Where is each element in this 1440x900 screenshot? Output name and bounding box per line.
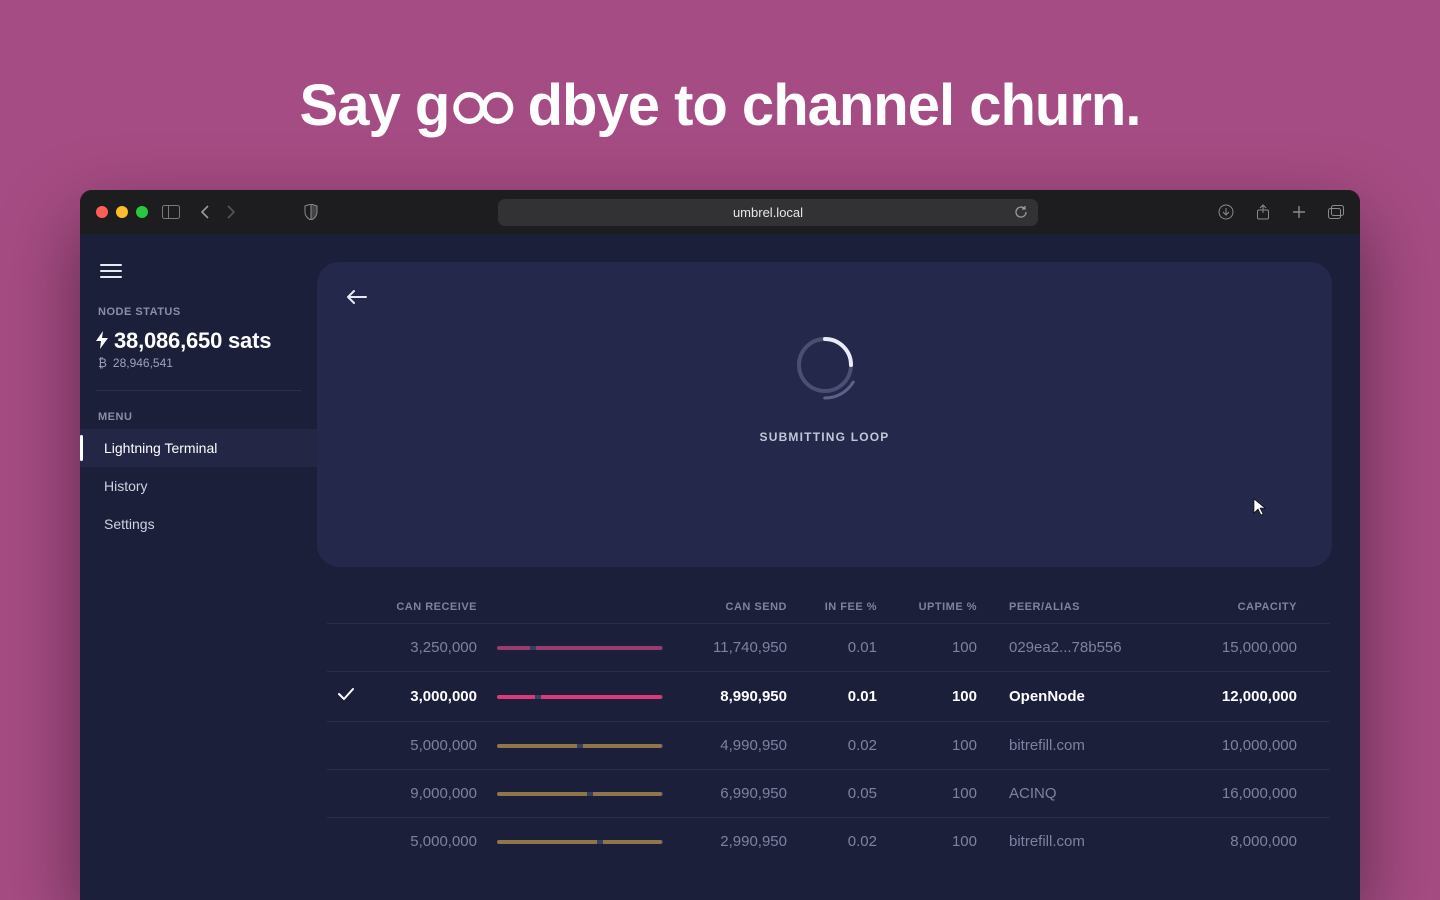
- node-status-label: NODE STATUS: [80, 300, 317, 324]
- downloads-icon[interactable]: [1218, 204, 1234, 220]
- in-fee-value: 0.05: [795, 785, 885, 802]
- window-controls: [96, 206, 148, 218]
- can-receive-value: 5,000,000: [365, 833, 485, 850]
- uptime-value: 100: [885, 737, 985, 754]
- lightning-balance-value: 38,086,650 sats: [114, 328, 271, 354]
- loop-status-card: SUBMITTING LOOP: [317, 262, 1332, 567]
- maximize-window-button[interactable]: [136, 206, 148, 218]
- peer-alias-value: OpenNode: [985, 688, 1175, 705]
- table-row[interactable]: 9,000,000 6,990,9500.05100ACINQ16,000,000: [327, 769, 1330, 817]
- col-uptime: UPTIME %: [885, 601, 985, 613]
- can-receive-value: 5,000,000: [365, 737, 485, 754]
- close-window-button[interactable]: [96, 206, 108, 218]
- lightning-balance: 38,086,650 sats: [80, 324, 317, 356]
- balance-bar: [485, 840, 675, 844]
- table-row[interactable]: 5,000,000 2,990,9500.02100bitrefill.com8,…: [327, 817, 1330, 865]
- onchain-balance: ₿ 28,946,541: [80, 356, 317, 386]
- col-peer: PEER/ALIAS: [985, 601, 1175, 613]
- can-receive-value: 3,000,000: [365, 688, 485, 705]
- balance-bar: [485, 695, 675, 699]
- shield-icon[interactable]: [304, 204, 318, 220]
- in-fee-value: 0.01: [795, 688, 885, 705]
- url-text: umbrel.local: [733, 205, 803, 220]
- cursor-icon: [1253, 498, 1267, 521]
- marketing-headline: Say g dbye to channel churn.: [0, 0, 1440, 179]
- browser-titlebar: umbrel.local: [80, 190, 1360, 234]
- minimize-window-button[interactable]: [116, 206, 128, 218]
- spinner-icon: [788, 328, 862, 402]
- menu-toggle-icon[interactable]: [80, 234, 317, 300]
- tabs-overview-icon[interactable]: [1328, 204, 1344, 220]
- capacity-value: 10,000,000: [1175, 737, 1305, 754]
- row-check-icon[interactable]: [327, 687, 365, 706]
- app-sidebar: NODE STATUS 38,086,650 sats ₿ 28,946,541…: [80, 234, 317, 900]
- table-row[interactable]: 3,250,000 11,740,9500.01100029ea2...78b55…: [327, 623, 1330, 671]
- back-button[interactable]: [347, 290, 367, 309]
- table-row[interactable]: 5,000,000 4,990,9500.02100bitrefill.com10…: [327, 721, 1330, 769]
- menu-section-label: MENU: [80, 405, 317, 429]
- col-can-send: CAN SEND: [675, 601, 795, 613]
- can-send-value: 2,990,950: [675, 833, 795, 850]
- peer-alias-value: ACINQ: [985, 785, 1175, 802]
- can-send-value: 11,740,950: [675, 639, 795, 656]
- refresh-icon[interactable]: [1014, 205, 1028, 222]
- channels-table: CAN RECEIVE CAN SEND IN FEE % UPTIME % P…: [317, 567, 1360, 865]
- can-receive-value: 9,000,000: [365, 785, 485, 802]
- in-fee-value: 0.02: [795, 833, 885, 850]
- table-header: CAN RECEIVE CAN SEND IN FEE % UPTIME % P…: [327, 591, 1330, 623]
- capacity-value: 8,000,000: [1175, 833, 1305, 850]
- col-can-receive: CAN RECEIVE: [365, 601, 485, 613]
- can-send-value: 8,990,950: [675, 688, 795, 705]
- headline-post: dbye to channel churn.: [528, 73, 1141, 138]
- uptime-value: 100: [885, 833, 985, 850]
- capacity-value: 15,000,000: [1175, 639, 1305, 656]
- bitcoin-icon: ₿: [98, 356, 107, 370]
- sidebar-item-lightning-terminal[interactable]: Lightning Terminal: [80, 429, 317, 467]
- share-icon[interactable]: [1256, 204, 1270, 220]
- nav-back-icon[interactable]: [200, 205, 210, 219]
- infinity-icon: [449, 88, 527, 132]
- status-text: SUBMITTING LOOP: [760, 430, 890, 444]
- uptime-value: 100: [885, 688, 985, 705]
- in-fee-value: 0.02: [795, 737, 885, 754]
- uptime-value: 100: [885, 639, 985, 656]
- can-receive-value: 3,250,000: [365, 639, 485, 656]
- balance-bar: [485, 792, 675, 796]
- can-send-value: 4,990,950: [675, 737, 795, 754]
- onchain-balance-value: 28,946,541: [113, 356, 173, 370]
- new-tab-icon[interactable]: [1292, 204, 1306, 220]
- capacity-value: 12,000,000: [1175, 688, 1305, 705]
- peer-alias-value: bitrefill.com: [985, 737, 1175, 754]
- sidebar-divider: [96, 390, 301, 391]
- col-in-fee: IN FEE %: [795, 601, 885, 613]
- balance-bar: [485, 646, 675, 650]
- capacity-value: 16,000,000: [1175, 785, 1305, 802]
- table-row[interactable]: 3,000,000 8,990,9500.01100OpenNode12,000,…: [327, 671, 1330, 721]
- bolt-icon: [96, 331, 108, 352]
- browser-window: umbrel.local: [80, 190, 1360, 900]
- balance-bar: [485, 744, 675, 748]
- peer-alias-value: 029ea2...78b556: [985, 639, 1175, 656]
- can-send-value: 6,990,950: [675, 785, 795, 802]
- sidebar-toggle-icon[interactable]: [162, 205, 180, 219]
- sidebar-item-settings[interactable]: Settings: [80, 505, 317, 543]
- sidebar-item-history[interactable]: History: [80, 467, 317, 505]
- headline-pre: Say g: [300, 73, 450, 138]
- col-capacity: CAPACITY: [1175, 601, 1305, 613]
- nav-forward-icon[interactable]: [226, 205, 236, 219]
- in-fee-value: 0.01: [795, 639, 885, 656]
- uptime-value: 100: [885, 785, 985, 802]
- peer-alias-value: bitrefill.com: [985, 833, 1175, 850]
- url-bar[interactable]: umbrel.local: [498, 199, 1038, 226]
